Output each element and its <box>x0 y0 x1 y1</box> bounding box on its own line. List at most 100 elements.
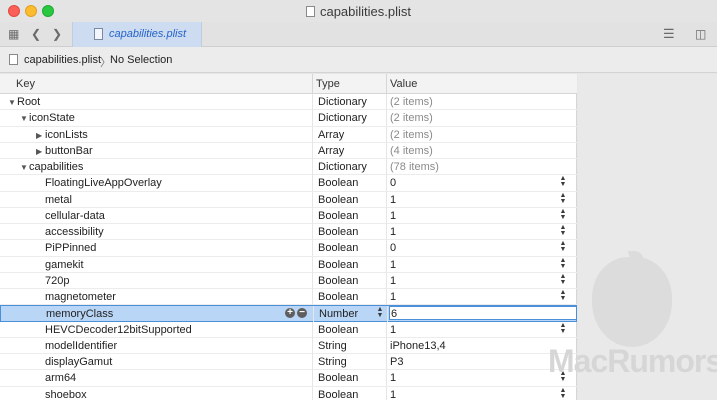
row-key[interactable]: accessibility <box>36 226 104 238</box>
row-value[interactable]: (2 items) <box>390 96 433 108</box>
value-stepper-icon[interactable]: ▲ ▼ <box>558 289 568 303</box>
table-row[interactable]: cellular-data Boolean 1 ▲ ▼ <box>0 207 577 224</box>
row-type[interactable]: String <box>318 356 347 368</box>
row-type[interactable]: Boolean <box>318 226 358 238</box>
row-value[interactable]: (2 items) <box>390 129 433 141</box>
disclosure-open-icon[interactable]: ▼ <box>20 163 29 172</box>
table-row[interactable]: magnetometer Boolean 1 ▲ ▼ <box>0 289 577 306</box>
row-key[interactable]: memoryClass <box>37 308 113 320</box>
row-type[interactable]: Dictionary <box>318 112 367 124</box>
row-type[interactable]: Boolean <box>318 194 358 206</box>
type-popup-icon[interactable]: ▲ ▼ <box>375 306 385 320</box>
row-key[interactable]: metal <box>36 194 72 206</box>
grid-icon[interactable]: ▦ <box>8 28 19 40</box>
column-header-type[interactable]: Type <box>316 78 340 90</box>
disclosure-closed-icon[interactable]: ▶ <box>36 147 45 156</box>
row-type[interactable]: Dictionary <box>318 96 367 108</box>
row-key[interactable]: modelIdentifier <box>36 340 117 352</box>
table-row[interactable]: ▼Root Dictionary (2 items) <box>0 94 577 111</box>
row-type[interactable]: Array <box>318 129 344 141</box>
column-header-key[interactable]: Key <box>16 78 35 90</box>
table-row[interactable]: metal Boolean 1 ▲ ▼ <box>0 191 577 208</box>
remove-item-button[interactable]: − <box>297 308 307 319</box>
value-stepper-icon[interactable]: ▲ ▼ <box>558 192 568 206</box>
list-icon[interactable]: ☰ <box>663 27 675 40</box>
row-key[interactable]: magnetometer <box>36 291 116 303</box>
row-value[interactable]: P3 <box>390 356 403 368</box>
breadcrumb-file[interactable]: capabilities.plist <box>24 54 101 66</box>
value-stepper-icon[interactable]: ▲ ▼ <box>558 273 568 287</box>
row-value[interactable]: 0 <box>390 242 396 254</box>
table-row[interactable]: HEVCDecoder12bitSupported Boolean 1 ▲ ▼ <box>0 321 577 338</box>
row-key[interactable]: HEVCDecoder12bitSupported <box>36 324 192 336</box>
value-edit-field[interactable] <box>389 306 577 321</box>
row-type[interactable]: Boolean <box>318 259 358 271</box>
row-value[interactable]: (4 items) <box>390 145 433 157</box>
table-row[interactable]: FloatingLiveAppOverlay Boolean 0 ▲ ▼ <box>0 175 577 192</box>
disclosure-closed-icon[interactable]: ▶ <box>36 131 45 140</box>
row-value[interactable]: 1 <box>390 324 396 336</box>
row-key[interactable]: 720p <box>36 275 69 287</box>
row-value[interactable]: 1 <box>390 291 396 303</box>
row-key[interactable]: arm64 <box>36 372 76 384</box>
row-key[interactable]: FloatingLiveAppOverlay <box>36 177 162 189</box>
row-type[interactable]: Boolean <box>318 275 358 287</box>
row-value[interactable]: 1 <box>390 194 396 206</box>
row-value[interactable]: 1 <box>390 259 396 271</box>
row-key[interactable]: shoebox <box>36 389 87 400</box>
row-key[interactable]: ▶ buttonBar <box>36 145 93 157</box>
row-type[interactable]: Boolean <box>318 372 358 384</box>
row-type[interactable]: Dictionary <box>318 161 367 173</box>
row-type[interactable]: Number <box>319 308 358 320</box>
row-type[interactable]: Boolean <box>318 389 358 400</box>
table-row[interactable]: arm64 Boolean 1 ▲ ▼ <box>0 370 577 387</box>
table-row[interactable]: gamekit Boolean 1 ▲ ▼ <box>0 256 577 273</box>
column-header-value[interactable]: Value <box>390 78 417 90</box>
row-type[interactable]: Boolean <box>318 324 358 336</box>
row-type[interactable]: Boolean <box>318 242 358 254</box>
chevron-left-icon[interactable]: ❮ <box>31 28 41 40</box>
row-value[interactable]: 1 <box>390 275 396 287</box>
row-value[interactable]: 1 <box>390 226 396 238</box>
table-row[interactable]: ▶ buttonBar Array (4 items) <box>0 142 577 159</box>
row-type[interactable]: Array <box>318 145 344 157</box>
row-value[interactable]: (2 items) <box>390 112 433 124</box>
row-key[interactable]: ▶ iconLists <box>36 129 88 141</box>
disclosure-open-icon[interactable]: ▼ <box>20 114 29 123</box>
table-row[interactable]: displayGamut String P3 <box>0 354 577 371</box>
row-key[interactable]: gamekit <box>36 259 84 271</box>
value-stepper-icon[interactable]: ▲ ▼ <box>558 175 568 189</box>
row-key[interactable]: displayGamut <box>36 356 112 368</box>
row-key[interactable]: PiPPinned <box>36 242 96 254</box>
add-item-button[interactable]: + <box>285 308 295 319</box>
value-stepper-icon[interactable]: ▲ ▼ <box>558 224 568 238</box>
row-value[interactable]: 0 <box>390 177 396 189</box>
row-key[interactable]: cellular-data <box>36 210 105 222</box>
chevron-right-icon[interactable]: ❯ <box>52 28 62 40</box>
sidebar-icon[interactable]: ◫ <box>695 28 706 40</box>
value-stepper-icon[interactable]: ▲ ▼ <box>558 257 568 271</box>
value-stepper-icon[interactable]: ▲ ▼ <box>558 208 568 222</box>
tab-capabilities-plist[interactable]: capabilities.plist <box>72 22 202 47</box>
table-row[interactable]: ▶ iconLists Array (2 items) <box>0 126 577 143</box>
row-value[interactable]: 1 <box>390 372 396 384</box>
table-row[interactable]: 720p Boolean 1 ▲ ▼ <box>0 272 577 289</box>
table-row[interactable]: modelIdentifier String iPhone13,4 <box>0 337 577 354</box>
table-row[interactable]: memoryClass + − Number ▲ ▼ 6 <box>0 305 577 323</box>
row-value[interactable]: 6 <box>391 308 397 320</box>
row-type[interactable]: Boolean <box>318 291 358 303</box>
row-value[interactable]: 1 <box>390 389 396 400</box>
table-row[interactable]: ▼capabilities Dictionary (78 items) <box>0 159 577 176</box>
value-stepper-icon[interactable]: ▲ ▼ <box>558 387 568 400</box>
row-value[interactable]: 1 <box>390 210 396 222</box>
value-stepper-icon[interactable]: ▲ ▼ <box>558 240 568 254</box>
table-row[interactable]: shoebox Boolean 1 ▲ ▼ <box>0 386 577 400</box>
row-key[interactable]: ▼Root <box>8 96 40 108</box>
disclosure-open-icon[interactable]: ▼ <box>8 98 17 107</box>
row-value[interactable]: iPhone13,4 <box>390 340 446 352</box>
row-type[interactable]: String <box>318 340 347 352</box>
breadcrumb-selection[interactable]: No Selection <box>110 54 172 66</box>
value-stepper-icon[interactable]: ▲ ▼ <box>558 322 568 336</box>
table-row[interactable]: ▼iconState Dictionary (2 items) <box>0 110 577 127</box>
row-type[interactable]: Boolean <box>318 177 358 189</box>
